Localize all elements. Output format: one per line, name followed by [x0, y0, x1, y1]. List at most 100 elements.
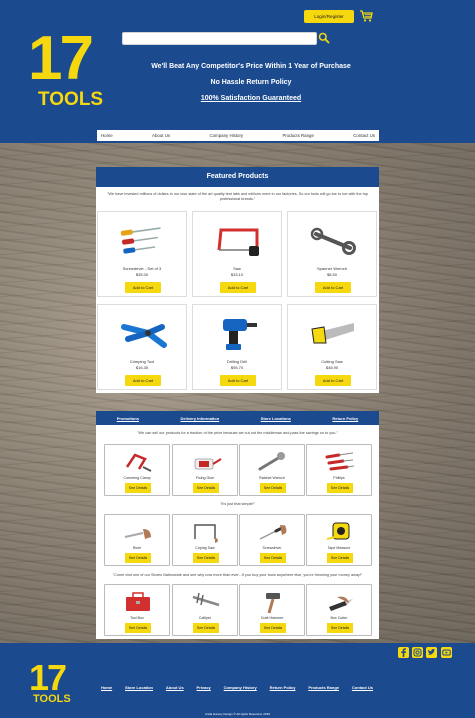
- promo-card: Coping Saw See Details: [172, 514, 238, 566]
- product-name: Cutting Saw: [321, 359, 343, 364]
- logo-word: TOOLS: [38, 89, 104, 110]
- twitter-icon[interactable]: [426, 647, 437, 658]
- promo-name: Calliper: [198, 616, 212, 620]
- box-cutter-icon: [329, 596, 353, 611]
- add-to-cart-button[interactable]: Add to Cart: [125, 375, 161, 386]
- product-name: Saw: [233, 266, 241, 271]
- product-card: Crimping Tool $16.35 Add to Cart: [97, 304, 187, 390]
- product-card: Saw $33.10 Add to Cart: [192, 211, 282, 297]
- promo-card: Calliper See Details: [172, 584, 238, 636]
- cutting-saw-icon: [311, 323, 354, 344]
- toolbox-icon: [126, 592, 150, 611]
- copyright-text: Carla Harvey Design © All rights Reserve…: [205, 712, 270, 716]
- facebook-icon[interactable]: [398, 647, 409, 658]
- login-register-button[interactable]: Login/Register: [304, 10, 354, 23]
- see-details-button[interactable]: See Details: [260, 553, 286, 563]
- see-details-button[interactable]: See Details: [327, 483, 353, 493]
- footer-logo-number[interactable]: 17: [29, 660, 67, 696]
- ruler-icon: [124, 529, 151, 539]
- promo-name: Craft Hammer: [260, 616, 284, 620]
- see-details-button[interactable]: See Details: [260, 623, 286, 633]
- footer-logo-word[interactable]: TOOLS: [33, 693, 71, 705]
- promo-card: Tape Measure See Details: [306, 514, 372, 566]
- product-card: Spanner Wrench $8.50 Add to Cart: [287, 211, 377, 297]
- see-details-button[interactable]: See Details: [327, 553, 353, 563]
- ratchet-icon: [258, 452, 285, 471]
- youtube-icon[interactable]: [441, 647, 452, 658]
- add-to-cart-button[interactable]: Add to Cart: [220, 375, 256, 386]
- drill-icon: [223, 319, 257, 350]
- tab-delivery-information[interactable]: Delivery Information: [180, 416, 219, 421]
- footer-link-products-range[interactable]: Products Range: [308, 685, 339, 690]
- promo-card: Tool Box See Details: [104, 584, 170, 636]
- product-price: $8.50: [326, 272, 337, 277]
- footer-link-contact-us[interactable]: Contact Us: [352, 685, 373, 690]
- add-to-cart-button[interactable]: Add to Cart: [315, 375, 351, 386]
- see-details-button[interactable]: See Details: [260, 483, 286, 493]
- search-bar: [122, 32, 317, 45]
- add-to-cart-button[interactable]: Add to Cart: [315, 282, 351, 293]
- tape-measure-icon: [326, 522, 350, 540]
- logo-number: 17: [28, 24, 94, 93]
- promo-name: Cornering Clamp: [123, 476, 151, 480]
- tagline-satisfaction: 100% Satisfaction Guaranteed: [200, 95, 302, 102]
- promo-card: Craft Hammer See Details: [239, 584, 305, 636]
- see-details-button[interactable]: See Details: [193, 553, 219, 563]
- product-price: $16.35: [135, 365, 149, 370]
- promo-name: Tool Box: [130, 616, 144, 620]
- footer-link-home[interactable]: Home: [101, 685, 112, 690]
- tagline-price-beat: We'll Beat Any Competitor's Price Within…: [151, 63, 351, 70]
- product-price: $48.90: [325, 365, 339, 370]
- nav-company-history[interactable]: Company History: [209, 133, 243, 138]
- see-details-button[interactable]: See Details: [193, 623, 219, 633]
- promotions-quote: "It's just that simple!": [220, 502, 255, 506]
- featured-title: Featured Products: [96, 167, 379, 187]
- product-card: Cutting Saw $48.90 Add to Cart: [287, 304, 377, 390]
- add-to-cart-button[interactable]: Add to Cart: [125, 282, 161, 293]
- promo-card: Box Cutter See Details: [306, 584, 372, 636]
- nav-products-range[interactable]: Products Range: [282, 133, 314, 138]
- footer-link-about-us[interactable]: About Us: [166, 685, 184, 690]
- product-name: Screwdriver - Set of 3: [122, 266, 162, 271]
- see-details-button[interactable]: See Details: [125, 483, 151, 493]
- promo-card: Ratchet Wrench See Details: [239, 444, 305, 496]
- see-details-button[interactable]: See Details: [327, 623, 353, 633]
- footer-link-privacy[interactable]: Privacy: [197, 685, 211, 690]
- see-details-button[interactable]: See Details: [193, 483, 219, 493]
- clamp-icon: [125, 453, 152, 472]
- promo-name: Fixing Glue: [195, 476, 215, 480]
- see-details-button[interactable]: See Details: [125, 623, 151, 633]
- footer-link-store-location[interactable]: Store Location: [125, 685, 153, 690]
- screwdriver-icon: [259, 525, 287, 540]
- footer-link-company-history[interactable]: Company History: [224, 685, 257, 690]
- product-card: Screwdriver - Set of 3 $35.00 Add to Car…: [97, 211, 187, 297]
- featured-quote: "We have invested millions of dollars in…: [107, 192, 368, 201]
- tab-return-policy[interactable]: Return Policy: [332, 416, 358, 421]
- site-logo[interactable]: 17 TOOLS: [28, 28, 108, 112]
- product-price: $95.70: [230, 365, 244, 370]
- promo-card: Fixing Glue See Details: [172, 444, 238, 496]
- nav-contact-us[interactable]: Contact Us: [353, 133, 375, 138]
- calliper-icon: [192, 592, 220, 607]
- search-input[interactable]: [122, 32, 317, 45]
- hacksaw-icon: [217, 228, 259, 256]
- crimping-tool-icon: [121, 324, 167, 348]
- tab-store-locations[interactable]: Store Locations: [261, 416, 291, 421]
- product-name: Crimping Tool: [129, 359, 155, 364]
- promotions-quote: "We can sell our products for a fraction…: [137, 431, 338, 435]
- shopping-cart-icon[interactable]: [359, 9, 373, 23]
- footer-links: Home Store Location About Us Privacy Com…: [101, 685, 373, 690]
- tagline-returns: No Hassle Return Policy: [210, 79, 292, 86]
- tab-promotions[interactable]: Promotions: [117, 416, 139, 421]
- promo-name: Phillips: [333, 476, 345, 480]
- nav-about-us[interactable]: About Us: [152, 133, 170, 138]
- nav-home[interactable]: Home: [101, 133, 113, 138]
- search-icon[interactable]: [318, 32, 330, 44]
- add-to-cart-button[interactable]: Add to Cart: [220, 282, 256, 293]
- promo-name: Box Cutter: [330, 616, 348, 620]
- wrench-icon: [310, 227, 356, 255]
- promo-card: Phillips See Details: [306, 444, 372, 496]
- footer-link-return-policy[interactable]: Return Policy: [270, 685, 296, 690]
- see-details-button[interactable]: See Details: [125, 553, 151, 563]
- instagram-icon[interactable]: [412, 647, 423, 658]
